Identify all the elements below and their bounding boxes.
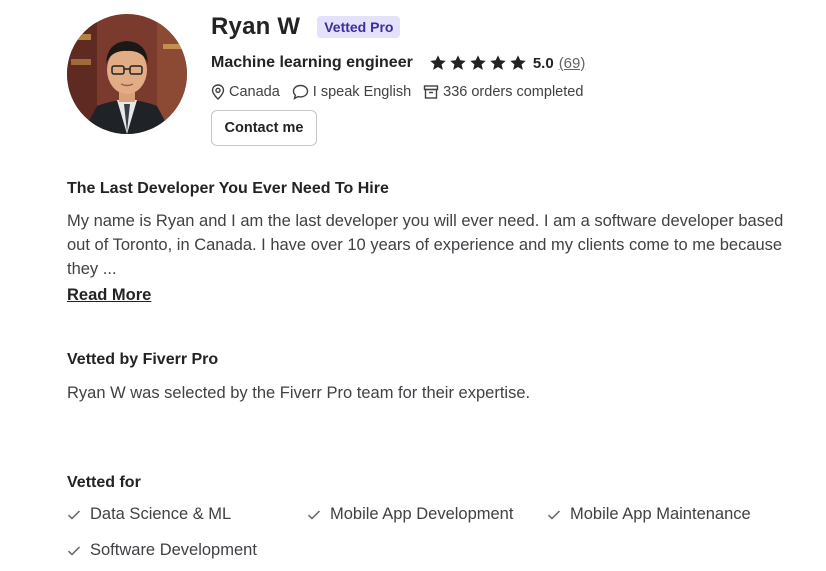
check-icon <box>67 545 81 556</box>
skill-label: Mobile App Development <box>330 505 514 523</box>
avatar-photo <box>67 14 187 134</box>
contact-me-button[interactable]: Contact me <box>211 110 317 146</box>
about-body: My name is Ryan and I am the last develo… <box>67 212 784 278</box>
rating-value: 5.0 <box>532 54 554 72</box>
vetted-by-description: Ryan W was selected by the Fiverr Pro te… <box>67 384 531 402</box>
vetted-by-title: Vetted by Fiverr Pro <box>67 351 219 368</box>
about-title: The Last Developer You Ever Need To Hire <box>67 180 389 197</box>
speech-bubble-icon <box>292 84 308 100</box>
profile-meta: Canada I speak English 336 orders comple… <box>211 82 595 102</box>
box-icon <box>423 85 439 99</box>
skill-item: Mobile App Maintenance <box>547 505 751 524</box>
profile-header: Ryan W Vetted Pro <box>211 13 401 41</box>
star-icon <box>470 55 486 70</box>
star-icon <box>510 55 526 70</box>
skill-label: Software Development <box>90 541 257 559</box>
avatar <box>67 14 187 134</box>
reviews-count-link[interactable]: (69) <box>559 55 586 72</box>
language-text: I speak English <box>312 84 412 100</box>
headline-row: Machine learning engineer 5.0 (69) <box>211 52 585 74</box>
vetted-pro-badge: Vetted Pro <box>317 16 401 38</box>
skill-label: Mobile App Maintenance <box>570 505 751 523</box>
star-icon <box>430 55 446 70</box>
language-info: I speak English <box>292 84 411 100</box>
star-icon <box>490 55 506 70</box>
profile-name: Ryan W <box>211 13 301 40</box>
map-pin-icon <box>211 84 225 100</box>
read-more-link[interactable]: Read More <box>67 286 151 305</box>
profile-headline: Machine learning engineer <box>211 54 413 71</box>
location-info: Canada <box>211 84 280 100</box>
check-icon <box>547 509 561 520</box>
check-icon <box>67 509 81 520</box>
location-text: Canada <box>229 84 280 100</box>
skill-item: Software Development <box>67 541 257 560</box>
orders-info: 336 orders completed <box>423 84 583 100</box>
skill-item: Data Science & ML <box>67 505 231 524</box>
skill-item: Mobile App Development <box>307 505 513 524</box>
vetted-for-title: Vetted for <box>67 474 141 491</box>
star-icon <box>450 55 466 70</box>
check-icon <box>307 509 321 520</box>
skill-label: Data Science & ML <box>90 505 232 523</box>
orders-text: 336 orders completed <box>443 84 584 100</box>
star-rating <box>429 54 529 72</box>
